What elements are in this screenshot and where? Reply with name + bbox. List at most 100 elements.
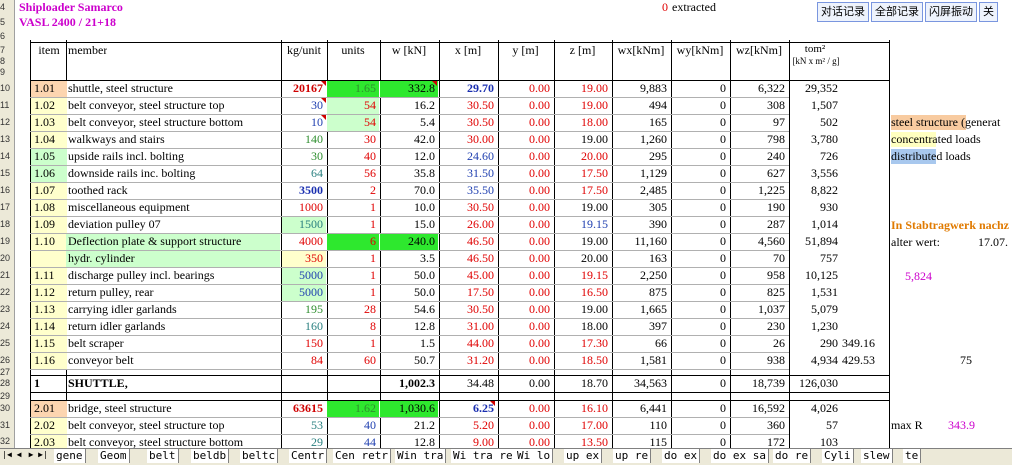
cell-item[interactable]: 1.07 — [31, 183, 67, 199]
cell-wz[interactable]: 825 — [730, 285, 788, 300]
cell-item[interactable]: 1.05 — [31, 149, 67, 165]
cell-item[interactable]: 1.03 — [31, 115, 67, 131]
cell-kg-per-unit[interactable]: 3500 — [282, 183, 326, 199]
sheet-tab[interactable]: up re — [613, 449, 652, 463]
cell-item[interactable]: 1.04 — [31, 132, 67, 148]
cell-wz[interactable]: 287 — [730, 217, 788, 232]
cell-z[interactable]: 16.10 — [554, 401, 611, 416]
cell-wy[interactable]: 0 — [671, 166, 729, 181]
cell-wx[interactable]: 165 — [612, 115, 670, 130]
cell-y[interactable]: 0.00 — [498, 268, 553, 283]
cell-w[interactable]: 54.6 — [380, 302, 438, 318]
cell-tom[interactable]: 10,125 — [789, 268, 841, 283]
cell-wx[interactable]: 305 — [612, 200, 670, 215]
cell-y[interactable]: 0.00 — [498, 302, 553, 317]
cell-wx[interactable]: 2,485 — [612, 183, 670, 198]
cell-wx[interactable]: 1,581 — [612, 353, 670, 368]
cell-wy[interactable]: 0 — [671, 319, 729, 334]
cell-units[interactable]: 2 — [327, 183, 379, 199]
cell-units[interactable]: 60 — [327, 353, 379, 369]
cell-wx[interactable]: 1,665 — [612, 302, 670, 317]
cell-x[interactable]: 46.50 — [439, 251, 497, 266]
cell-z[interactable]: 13.50 — [554, 435, 611, 448]
cell-wx[interactable]: 295 — [612, 149, 670, 164]
cell-units[interactable]: 40 — [327, 149, 379, 165]
cell-z[interactable]: 16.50 — [554, 285, 611, 300]
cell-tom[interactable]: 4,026 — [789, 401, 841, 416]
cell-x[interactable]: 6.25 — [439, 401, 497, 416]
cell-member[interactable]: bridge, steel structure — [66, 401, 280, 416]
cell-wz[interactable]: 16,592 — [730, 401, 788, 416]
row-header[interactable]: 5 — [0, 14, 15, 30]
cell-wy[interactable]: 0 — [671, 234, 729, 249]
cell-wx[interactable]: 1,129 — [612, 166, 670, 181]
cell-y[interactable]: 0.00 — [498, 251, 553, 266]
cell-z[interactable]: 17.50 — [554, 166, 611, 181]
total-wy[interactable]: 0 — [671, 376, 729, 391]
cell-y[interactable]: 0.00 — [498, 353, 553, 368]
sheet-tab[interactable]: Cen retr — [333, 449, 391, 463]
cell-wy[interactable]: 0 — [671, 302, 729, 317]
cell-tom[interactable]: 51,894 — [789, 234, 841, 249]
cell-member[interactable]: belt conveyor, steel structure top — [66, 98, 280, 114]
cell-kg-per-unit[interactable]: 1500 — [282, 217, 326, 233]
cell-tom[interactable]: 103 — [789, 435, 841, 448]
cell-units[interactable]: 54 — [327, 115, 379, 131]
close-button[interactable]: 关 — [979, 2, 998, 22]
cell-units[interactable]: 1 — [327, 285, 379, 301]
row-header[interactable]: 17 — [0, 199, 15, 216]
cell-tom[interactable]: 57 — [789, 418, 841, 433]
sheet-tab[interactable]: beltc — [240, 449, 279, 463]
cell-wy[interactable]: 0 — [671, 418, 729, 433]
cell-tom[interactable]: 930 — [789, 200, 841, 215]
cell-y[interactable]: 0.00 — [498, 200, 553, 215]
cell-wy[interactable]: 0 — [671, 251, 729, 266]
total-wx[interactable]: 34,563 — [612, 376, 670, 391]
cell-wy[interactable]: 0 — [671, 132, 729, 147]
cell-y[interactable]: 0.00 — [498, 401, 553, 416]
cell-tom[interactable]: 1,014 — [789, 217, 841, 232]
cell-kg-per-unit[interactable]: 64 — [282, 166, 326, 182]
cell-z[interactable]: 20.00 — [554, 149, 611, 164]
cell-kg-per-unit[interactable]: 30 — [282, 149, 326, 165]
cell-wz[interactable]: 97 — [730, 115, 788, 130]
row-header[interactable]: 32 — [0, 434, 15, 448]
cell-y[interactable]: 0.00 — [498, 149, 553, 164]
cell-kg-per-unit[interactable]: 30 — [282, 98, 326, 114]
cell-kg-per-unit[interactable]: 5000 — [282, 268, 326, 284]
cell-w[interactable]: 35.8 — [380, 166, 438, 182]
cell-wz[interactable]: 627 — [730, 166, 788, 181]
total-wz[interactable]: 18,739 — [730, 376, 788, 391]
cell-member[interactable]: miscellaneous equipment — [66, 200, 280, 216]
cell-tom[interactable]: 1,507 — [789, 98, 841, 113]
cell-kg-per-unit[interactable]: 195 — [282, 302, 326, 318]
cell-tom[interactable]: 1,230 — [789, 319, 841, 334]
total-item[interactable]: 1 — [34, 376, 40, 391]
cell-wz[interactable]: 1,225 — [730, 183, 788, 198]
cell-wz[interactable]: 6,322 — [730, 81, 788, 96]
row-header[interactable]: 24 — [0, 318, 15, 335]
sheet-tab[interactable]: slew — [861, 449, 893, 463]
all-records-button[interactable]: 全部记录 — [871, 2, 923, 22]
cell-member[interactable]: belt conveyor, steel structure bottom — [66, 435, 280, 448]
cell-x[interactable]: 44.00 — [439, 336, 497, 351]
cell-item[interactable]: 1.06 — [31, 166, 67, 182]
cell-z[interactable]: 19.00 — [554, 200, 611, 215]
cell-units[interactable]: 1.62 — [327, 401, 379, 417]
cell-z[interactable]: 20.00 — [554, 251, 611, 266]
cell-z[interactable]: 17.00 — [554, 418, 611, 433]
row-header[interactable]: 29 — [0, 392, 15, 401]
cell-item[interactable]: 1.10 — [31, 234, 67, 250]
row-header[interactable]: 10 — [0, 80, 15, 97]
row-header[interactable]: 21 — [0, 267, 15, 284]
cell-member[interactable]: belt scraper — [66, 336, 280, 352]
cell-tom[interactable]: 5,079 — [789, 302, 841, 317]
cell-item[interactable]: 2.02 — [31, 418, 67, 434]
cell-wz[interactable]: 360 — [730, 418, 788, 433]
cell-w[interactable]: 50.0 — [380, 268, 438, 284]
cell-extra[interactable]: 429.53 — [842, 353, 875, 368]
cell-z[interactable]: 18.50 — [554, 353, 611, 368]
first-sheet-icon[interactable]: |◀ — [2, 450, 12, 459]
cell-units[interactable]: 1 — [327, 268, 379, 284]
cell-tom[interactable]: 757 — [789, 251, 841, 266]
